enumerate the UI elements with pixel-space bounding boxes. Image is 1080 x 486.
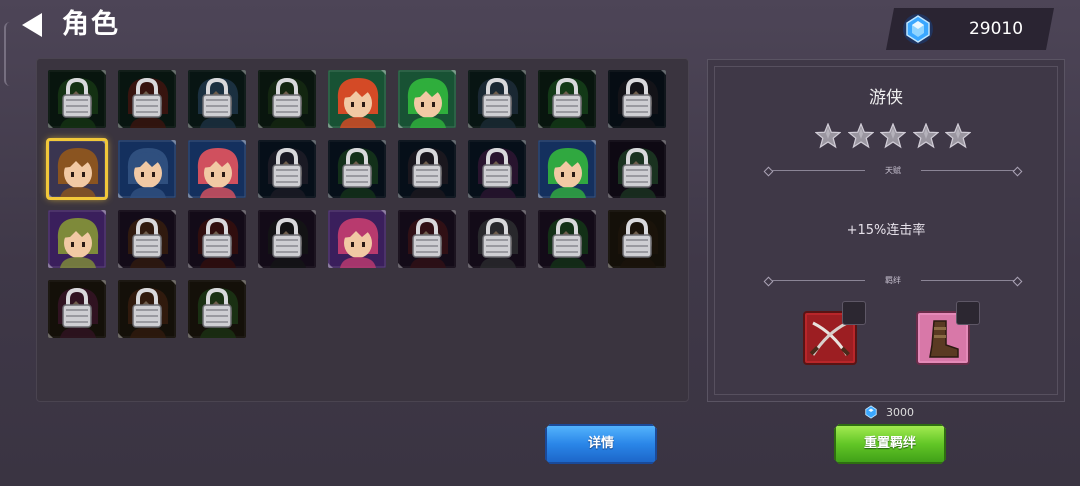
locked-character-slot[interactable] bbox=[48, 280, 106, 338]
page-title: 角色 bbox=[62, 9, 120, 40]
character-slot[interactable] bbox=[46, 138, 108, 200]
locked-portrait-icon bbox=[468, 210, 526, 268]
locked-character-slot[interactable] bbox=[118, 210, 176, 268]
back-button[interactable] bbox=[18, 10, 48, 40]
locked-portrait-icon bbox=[608, 210, 666, 268]
locked-portrait-icon bbox=[118, 280, 176, 338]
locked-portrait-icon bbox=[538, 70, 596, 128]
locked-character-slot[interactable] bbox=[188, 210, 246, 268]
character-slot[interactable] bbox=[118, 140, 176, 198]
locked-character-slot[interactable] bbox=[258, 70, 316, 128]
locked-portrait-icon bbox=[398, 210, 456, 268]
details-button[interactable]: 详情 bbox=[545, 424, 657, 464]
character-portrait-icon bbox=[328, 70, 386, 128]
character-portrait-icon bbox=[48, 140, 106, 198]
locked-character-slot[interactable] bbox=[468, 140, 526, 198]
talent-label: 天赋 bbox=[885, 166, 901, 175]
character-slot[interactable] bbox=[398, 70, 456, 128]
character-slot[interactable] bbox=[48, 210, 106, 268]
bond-checkbox-2[interactable] bbox=[956, 301, 980, 325]
talent-text: +15%连击率 bbox=[846, 223, 926, 238]
reset-cost-value: 3000 bbox=[886, 406, 914, 419]
locked-portrait-icon bbox=[398, 140, 456, 198]
character-portrait-icon bbox=[188, 140, 246, 198]
star-icon bbox=[846, 122, 875, 149]
character-slot[interactable] bbox=[328, 210, 386, 268]
character-slot[interactable] bbox=[538, 140, 596, 198]
character-roster bbox=[36, 58, 689, 402]
character-portrait-icon bbox=[398, 70, 456, 128]
locked-portrait-icon bbox=[258, 210, 316, 268]
hero-name: 游侠 bbox=[869, 88, 903, 108]
locked-portrait-icon bbox=[258, 70, 316, 128]
locked-character-slot[interactable] bbox=[398, 210, 456, 268]
locked-character-slot[interactable] bbox=[118, 70, 176, 128]
locked-character-slot[interactable] bbox=[468, 210, 526, 268]
star-icon bbox=[814, 122, 842, 149]
locked-character-slot[interactable] bbox=[328, 140, 386, 198]
locked-portrait-icon bbox=[608, 70, 666, 128]
currency-amount: 29010 bbox=[968, 19, 1024, 39]
character-portrait-icon bbox=[538, 140, 596, 198]
locked-character-slot[interactable] bbox=[48, 70, 106, 128]
locked-portrait-icon bbox=[118, 210, 176, 268]
star-rating bbox=[814, 122, 972, 149]
blue-gem-icon bbox=[902, 13, 934, 45]
locked-character-slot[interactable] bbox=[258, 210, 316, 268]
locked-character-slot[interactable] bbox=[188, 70, 246, 128]
locked-portrait-icon bbox=[48, 70, 106, 128]
locked-character-slot[interactable] bbox=[188, 280, 246, 338]
locked-character-slot[interactable] bbox=[608, 210, 666, 268]
bond-label: 羁绊 bbox=[885, 276, 901, 285]
locked-portrait-icon bbox=[188, 70, 246, 128]
blue-gem-icon bbox=[865, 405, 877, 419]
character-portrait-icon bbox=[48, 210, 106, 268]
bond-divider: 羁绊 bbox=[763, 274, 1023, 288]
character-detail-panel: 游侠 天赋 +15%连击率 羁绊 bbox=[707, 59, 1065, 402]
locked-portrait-icon bbox=[48, 280, 106, 338]
locked-character-slot[interactable] bbox=[608, 70, 666, 128]
left-edge-decoration bbox=[4, 22, 10, 86]
back-arrow-icon bbox=[22, 13, 42, 37]
locked-portrait-icon bbox=[328, 140, 386, 198]
locked-portrait-icon bbox=[608, 140, 666, 198]
character-slot[interactable] bbox=[328, 70, 386, 128]
character-slot[interactable] bbox=[188, 140, 246, 198]
locked-portrait-icon bbox=[188, 280, 246, 338]
character-portrait-icon bbox=[328, 210, 386, 268]
locked-portrait-icon bbox=[118, 70, 176, 128]
star-icon bbox=[879, 122, 907, 149]
star-icon bbox=[944, 122, 972, 149]
locked-portrait-icon bbox=[258, 140, 316, 198]
locked-character-slot[interactable] bbox=[258, 140, 316, 198]
locked-portrait-icon bbox=[538, 210, 596, 268]
locked-portrait-icon bbox=[188, 210, 246, 268]
locked-character-slot[interactable] bbox=[398, 140, 456, 198]
locked-character-slot[interactable] bbox=[538, 70, 596, 128]
reset-bond-button[interactable]: 重置羁绊 bbox=[834, 424, 946, 464]
locked-portrait-icon bbox=[468, 140, 526, 198]
locked-character-slot[interactable] bbox=[118, 280, 176, 338]
reset-cost: 3000 bbox=[864, 404, 924, 422]
locked-character-slot[interactable] bbox=[608, 140, 666, 198]
currency-display: 29010 bbox=[886, 8, 1054, 50]
locked-portrait-icon bbox=[468, 70, 526, 128]
talent-divider: 天赋 bbox=[763, 164, 1023, 178]
character-portrait-icon bbox=[118, 140, 176, 198]
locked-character-slot[interactable] bbox=[538, 210, 596, 268]
bond-checkbox-1[interactable] bbox=[842, 301, 866, 325]
star-icon bbox=[911, 122, 940, 149]
locked-character-slot[interactable] bbox=[468, 70, 526, 128]
